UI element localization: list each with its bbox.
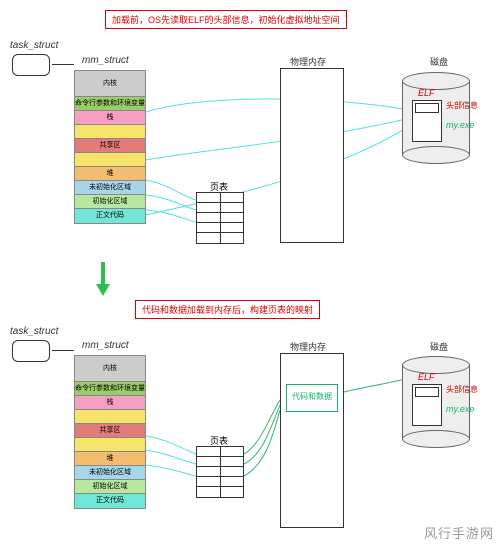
- mm-row: [75, 153, 145, 167]
- mm-row: 栈: [75, 396, 145, 410]
- mm-row: 命令行参数和环境变量: [75, 97, 145, 111]
- task-struct-label-top: task_struct: [10, 40, 58, 51]
- mm-row: [75, 125, 145, 139]
- task-struct-box-bot: [12, 340, 50, 362]
- page-table-top: [196, 192, 244, 244]
- phys-mem-label-top: 物理内存: [290, 55, 326, 68]
- mm-row: 栈: [75, 111, 145, 125]
- phys-mem-label-bot: 物理内存: [290, 340, 326, 353]
- myexe-label-top: my.exe: [446, 120, 474, 130]
- mm-row: 内核: [75, 71, 145, 97]
- page-table-bot: [196, 446, 244, 498]
- mm-row: 命令行参数和环境变量: [75, 382, 145, 396]
- myexe-label-bot: my.exe: [446, 404, 474, 414]
- mm-row: [75, 410, 145, 424]
- arrow-down-icon: [96, 262, 110, 296]
- caption-top: 加载前，OS先读取ELF的头部信息，初始化虚拟地址空间: [105, 10, 347, 29]
- elf-label-top: ELF: [418, 88, 435, 98]
- mm-row: 初始化区域: [75, 480, 145, 494]
- mm-row: 内核: [75, 356, 145, 382]
- mm-row: 正文代码: [75, 209, 145, 223]
- head-info-label-bot: 头部信息: [446, 384, 478, 395]
- mm-row: 初始化区域: [75, 195, 145, 209]
- mm-struct-column-top: 内核命令行参数和环境变量栈共享区堆未初始化区域初始化区域正文代码: [74, 70, 146, 224]
- mm-row: [75, 438, 145, 452]
- phys-mem-box-top: [280, 68, 344, 243]
- mm-row: 未初始化区域: [75, 466, 145, 480]
- watermark: 风行手游网: [424, 523, 494, 542]
- file-box-top: [412, 100, 442, 142]
- mm-row: 未初始化区域: [75, 181, 145, 195]
- mm-row: 共享区: [75, 139, 145, 153]
- file-box-bot: [412, 384, 442, 426]
- elf-label-bot: ELF: [418, 372, 435, 382]
- caption-mid: 代码和数据加载到内存后，构建页表的映射: [135, 300, 320, 319]
- task-link-bot: [52, 350, 74, 351]
- mm-row: 堆: [75, 452, 145, 466]
- task-struct-box-top: [12, 54, 50, 76]
- mm-row: 堆: [75, 167, 145, 181]
- mm-row: 正文代码: [75, 494, 145, 508]
- disk-label-top: 磁盘: [430, 55, 448, 68]
- code-data-box: 代码和数据: [286, 384, 338, 412]
- head-info-label-top: 头部信息: [446, 100, 478, 111]
- phys-mem-box-bot: [280, 353, 344, 528]
- mm-struct-label-bot: mm_struct: [82, 340, 129, 351]
- mm-struct-column-bot: 内核命令行参数和环境变量栈共享区堆未初始化区域初始化区域正文代码: [74, 355, 146, 509]
- disk-label-bot: 磁盘: [430, 340, 448, 353]
- task-struct-label-bot: task_struct: [10, 326, 58, 337]
- mm-struct-label-top: mm_struct: [82, 55, 129, 66]
- mm-row: 共享区: [75, 424, 145, 438]
- task-link-top: [52, 64, 74, 65]
